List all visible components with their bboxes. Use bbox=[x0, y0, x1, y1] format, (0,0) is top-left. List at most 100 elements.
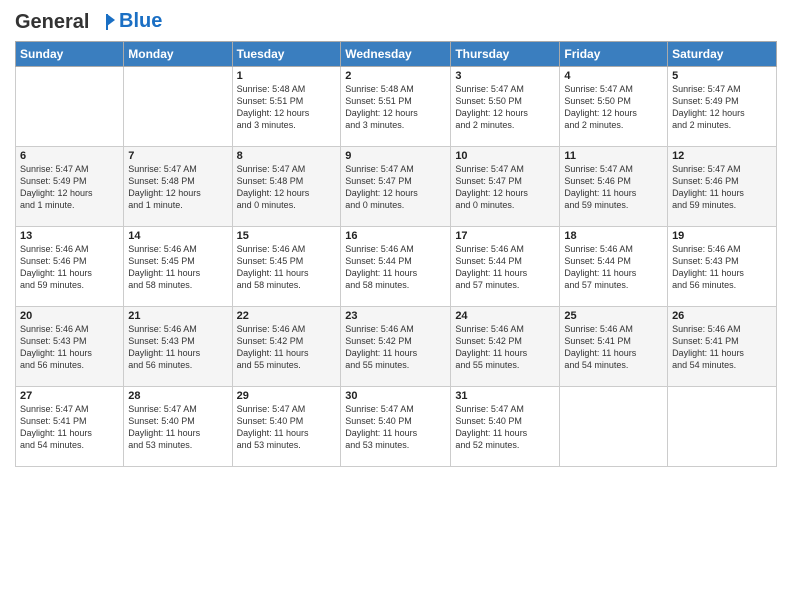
calendar-cell: 7Sunrise: 5:47 AM Sunset: 5:48 PM Daylig… bbox=[124, 147, 232, 227]
header: General Blue bbox=[15, 10, 777, 33]
calendar-week-row: 6Sunrise: 5:47 AM Sunset: 5:49 PM Daylig… bbox=[16, 147, 777, 227]
weekday-header: Thursday bbox=[451, 42, 560, 67]
calendar-cell: 3Sunrise: 5:47 AM Sunset: 5:50 PM Daylig… bbox=[451, 67, 560, 147]
day-info: Sunrise: 5:47 AM Sunset: 5:47 PM Dayligh… bbox=[345, 163, 446, 212]
page: General Blue SundayMondayTuesdayWednesda… bbox=[0, 0, 792, 612]
day-info: Sunrise: 5:47 AM Sunset: 5:40 PM Dayligh… bbox=[128, 403, 227, 452]
day-info: Sunrise: 5:46 AM Sunset: 5:44 PM Dayligh… bbox=[345, 243, 446, 292]
day-number: 3 bbox=[455, 70, 555, 82]
calendar-cell: 28Sunrise: 5:47 AM Sunset: 5:40 PM Dayli… bbox=[124, 387, 232, 467]
calendar-cell bbox=[668, 387, 777, 467]
day-info: Sunrise: 5:47 AM Sunset: 5:46 PM Dayligh… bbox=[672, 163, 772, 212]
calendar-cell: 9Sunrise: 5:47 AM Sunset: 5:47 PM Daylig… bbox=[341, 147, 451, 227]
day-number: 19 bbox=[672, 230, 772, 242]
calendar-table: SundayMondayTuesdayWednesdayThursdayFrid… bbox=[15, 41, 777, 467]
weekday-header: Friday bbox=[560, 42, 668, 67]
day-number: 23 bbox=[345, 310, 446, 322]
day-info: Sunrise: 5:47 AM Sunset: 5:40 PM Dayligh… bbox=[345, 403, 446, 452]
day-info: Sunrise: 5:46 AM Sunset: 5:42 PM Dayligh… bbox=[237, 323, 337, 372]
calendar-cell: 24Sunrise: 5:46 AM Sunset: 5:42 PM Dayli… bbox=[451, 307, 560, 387]
day-info: Sunrise: 5:47 AM Sunset: 5:41 PM Dayligh… bbox=[20, 403, 119, 452]
day-info: Sunrise: 5:47 AM Sunset: 5:40 PM Dayligh… bbox=[237, 403, 337, 452]
calendar-cell: 17Sunrise: 5:46 AM Sunset: 5:44 PM Dayli… bbox=[451, 227, 560, 307]
calendar-cell: 18Sunrise: 5:46 AM Sunset: 5:44 PM Dayli… bbox=[560, 227, 668, 307]
day-number: 30 bbox=[345, 390, 446, 402]
day-number: 2 bbox=[345, 70, 446, 82]
calendar-cell: 15Sunrise: 5:46 AM Sunset: 5:45 PM Dayli… bbox=[232, 227, 341, 307]
calendar-cell: 22Sunrise: 5:46 AM Sunset: 5:42 PM Dayli… bbox=[232, 307, 341, 387]
day-info: Sunrise: 5:46 AM Sunset: 5:43 PM Dayligh… bbox=[20, 323, 119, 372]
day-number: 15 bbox=[237, 230, 337, 242]
calendar-cell: 8Sunrise: 5:47 AM Sunset: 5:48 PM Daylig… bbox=[232, 147, 341, 227]
weekday-row: SundayMondayTuesdayWednesdayThursdayFrid… bbox=[16, 42, 777, 67]
calendar-cell: 25Sunrise: 5:46 AM Sunset: 5:41 PM Dayli… bbox=[560, 307, 668, 387]
calendar-cell bbox=[124, 67, 232, 147]
day-info: Sunrise: 5:47 AM Sunset: 5:48 PM Dayligh… bbox=[128, 163, 227, 212]
day-number: 11 bbox=[564, 150, 663, 162]
day-number: 14 bbox=[128, 230, 227, 242]
day-info: Sunrise: 5:47 AM Sunset: 5:40 PM Dayligh… bbox=[455, 403, 555, 452]
calendar-header: SundayMondayTuesdayWednesdayThursdayFrid… bbox=[16, 42, 777, 67]
day-number: 24 bbox=[455, 310, 555, 322]
calendar-cell: 19Sunrise: 5:46 AM Sunset: 5:43 PM Dayli… bbox=[668, 227, 777, 307]
day-number: 28 bbox=[128, 390, 227, 402]
weekday-header: Sunday bbox=[16, 42, 124, 67]
calendar-cell: 5Sunrise: 5:47 AM Sunset: 5:49 PM Daylig… bbox=[668, 67, 777, 147]
calendar-cell: 29Sunrise: 5:47 AM Sunset: 5:40 PM Dayli… bbox=[232, 387, 341, 467]
calendar-cell bbox=[16, 67, 124, 147]
day-number: 8 bbox=[237, 150, 337, 162]
calendar-cell: 27Sunrise: 5:47 AM Sunset: 5:41 PM Dayli… bbox=[16, 387, 124, 467]
day-info: Sunrise: 5:46 AM Sunset: 5:46 PM Dayligh… bbox=[20, 243, 119, 292]
calendar-cell: 14Sunrise: 5:46 AM Sunset: 5:45 PM Dayli… bbox=[124, 227, 232, 307]
day-info: Sunrise: 5:47 AM Sunset: 5:48 PM Dayligh… bbox=[237, 163, 337, 212]
calendar-cell: 4Sunrise: 5:47 AM Sunset: 5:50 PM Daylig… bbox=[560, 67, 668, 147]
calendar-cell: 1Sunrise: 5:48 AM Sunset: 5:51 PM Daylig… bbox=[232, 67, 341, 147]
calendar-week-row: 1Sunrise: 5:48 AM Sunset: 5:51 PM Daylig… bbox=[16, 67, 777, 147]
calendar-week-row: 13Sunrise: 5:46 AM Sunset: 5:46 PM Dayli… bbox=[16, 227, 777, 307]
day-number: 26 bbox=[672, 310, 772, 322]
day-number: 27 bbox=[20, 390, 119, 402]
calendar-cell: 30Sunrise: 5:47 AM Sunset: 5:40 PM Dayli… bbox=[341, 387, 451, 467]
day-info: Sunrise: 5:47 AM Sunset: 5:49 PM Dayligh… bbox=[20, 163, 119, 212]
day-info: Sunrise: 5:47 AM Sunset: 5:46 PM Dayligh… bbox=[564, 163, 663, 212]
day-info: Sunrise: 5:46 AM Sunset: 5:45 PM Dayligh… bbox=[128, 243, 227, 292]
day-info: Sunrise: 5:47 AM Sunset: 5:49 PM Dayligh… bbox=[672, 83, 772, 132]
day-number: 25 bbox=[564, 310, 663, 322]
day-info: Sunrise: 5:46 AM Sunset: 5:45 PM Dayligh… bbox=[237, 243, 337, 292]
day-info: Sunrise: 5:47 AM Sunset: 5:50 PM Dayligh… bbox=[564, 83, 663, 132]
day-info: Sunrise: 5:48 AM Sunset: 5:51 PM Dayligh… bbox=[237, 83, 337, 132]
day-number: 7 bbox=[128, 150, 227, 162]
calendar-cell bbox=[560, 387, 668, 467]
day-info: Sunrise: 5:46 AM Sunset: 5:44 PM Dayligh… bbox=[564, 243, 663, 292]
day-info: Sunrise: 5:46 AM Sunset: 5:42 PM Dayligh… bbox=[455, 323, 555, 372]
day-number: 5 bbox=[672, 70, 772, 82]
day-number: 17 bbox=[455, 230, 555, 242]
day-info: Sunrise: 5:47 AM Sunset: 5:50 PM Dayligh… bbox=[455, 83, 555, 132]
day-number: 18 bbox=[564, 230, 663, 242]
day-number: 10 bbox=[455, 150, 555, 162]
day-number: 20 bbox=[20, 310, 119, 322]
calendar-cell: 13Sunrise: 5:46 AM Sunset: 5:46 PM Dayli… bbox=[16, 227, 124, 307]
day-info: Sunrise: 5:48 AM Sunset: 5:51 PM Dayligh… bbox=[345, 83, 446, 132]
logo-flag-icon bbox=[97, 12, 117, 32]
day-number: 12 bbox=[672, 150, 772, 162]
calendar-cell: 26Sunrise: 5:46 AM Sunset: 5:41 PM Dayli… bbox=[668, 307, 777, 387]
weekday-header: Tuesday bbox=[232, 42, 341, 67]
day-info: Sunrise: 5:46 AM Sunset: 5:43 PM Dayligh… bbox=[128, 323, 227, 372]
day-info: Sunrise: 5:46 AM Sunset: 5:41 PM Dayligh… bbox=[564, 323, 663, 372]
calendar-week-row: 20Sunrise: 5:46 AM Sunset: 5:43 PM Dayli… bbox=[16, 307, 777, 387]
day-number: 9 bbox=[345, 150, 446, 162]
calendar-cell: 31Sunrise: 5:47 AM Sunset: 5:40 PM Dayli… bbox=[451, 387, 560, 467]
calendar-body: 1Sunrise: 5:48 AM Sunset: 5:51 PM Daylig… bbox=[16, 67, 777, 467]
calendar-week-row: 27Sunrise: 5:47 AM Sunset: 5:41 PM Dayli… bbox=[16, 387, 777, 467]
calendar-cell: 16Sunrise: 5:46 AM Sunset: 5:44 PM Dayli… bbox=[341, 227, 451, 307]
weekday-header: Saturday bbox=[668, 42, 777, 67]
calendar-cell: 10Sunrise: 5:47 AM Sunset: 5:47 PM Dayli… bbox=[451, 147, 560, 227]
day-number: 21 bbox=[128, 310, 227, 322]
day-number: 31 bbox=[455, 390, 555, 402]
logo: General Blue bbox=[15, 10, 162, 33]
day-number: 16 bbox=[345, 230, 446, 242]
weekday-header: Monday bbox=[124, 42, 232, 67]
weekday-header: Wednesday bbox=[341, 42, 451, 67]
day-info: Sunrise: 5:46 AM Sunset: 5:43 PM Dayligh… bbox=[672, 243, 772, 292]
